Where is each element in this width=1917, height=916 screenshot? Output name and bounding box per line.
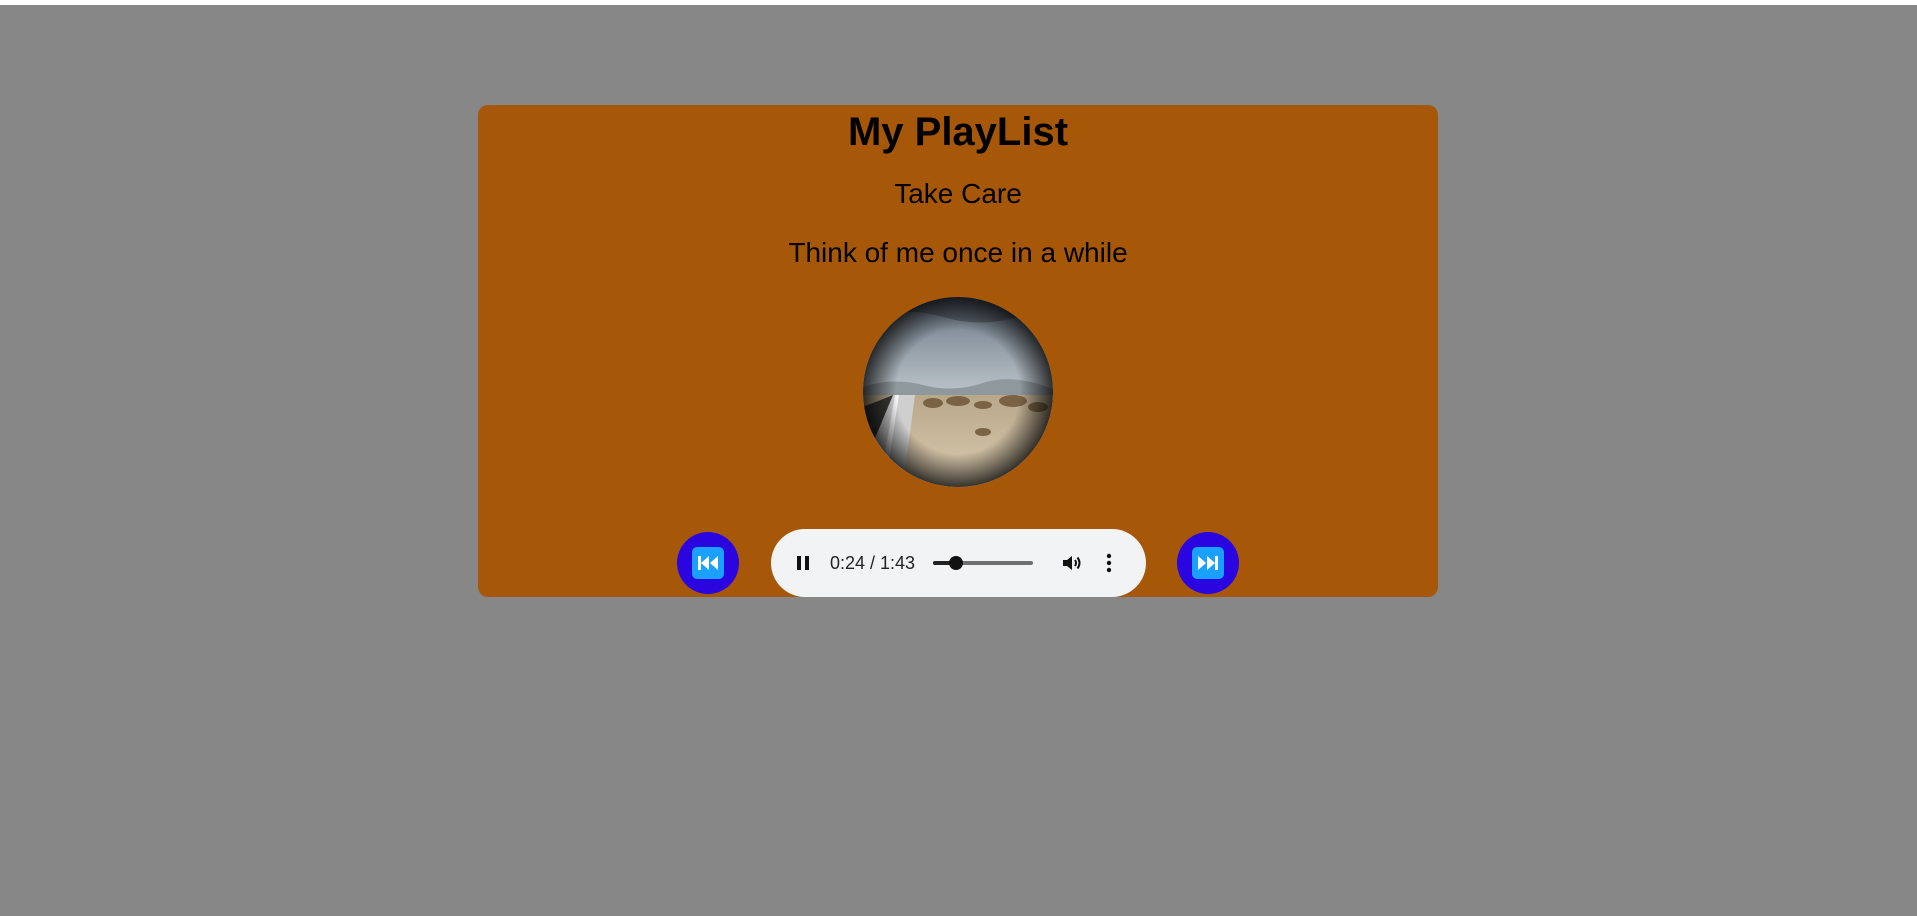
seek-slider[interactable] [933, 556, 1033, 570]
rewind-icon [692, 547, 724, 579]
song-title: Take Care [894, 178, 1022, 209]
seek-thumb[interactable] [949, 556, 964, 570]
more-vertical-icon [1106, 553, 1112, 573]
pause-icon [797, 556, 809, 570]
top-strip [0, 0, 1917, 5]
next-button[interactable] [1177, 532, 1239, 594]
pause-button[interactable] [793, 553, 813, 573]
page-title: My PlayList [847, 110, 1069, 154]
fast-forward-icon [1192, 547, 1224, 579]
volume-button[interactable] [1060, 551, 1084, 575]
song-lyric: Think of me once in a while [788, 237, 1128, 268]
time-display: 0:24 / 1:43 [830, 553, 916, 573]
audio-player: 0:24 / 1:43 [771, 529, 1146, 597]
album-cover [863, 297, 1053, 487]
more-options-button[interactable] [1103, 551, 1115, 575]
volume-icon [1063, 556, 1081, 570]
previous-button[interactable] [677, 532, 739, 594]
playlist-card: My PlayList Take Care Think of me once i… [478, 105, 1438, 597]
